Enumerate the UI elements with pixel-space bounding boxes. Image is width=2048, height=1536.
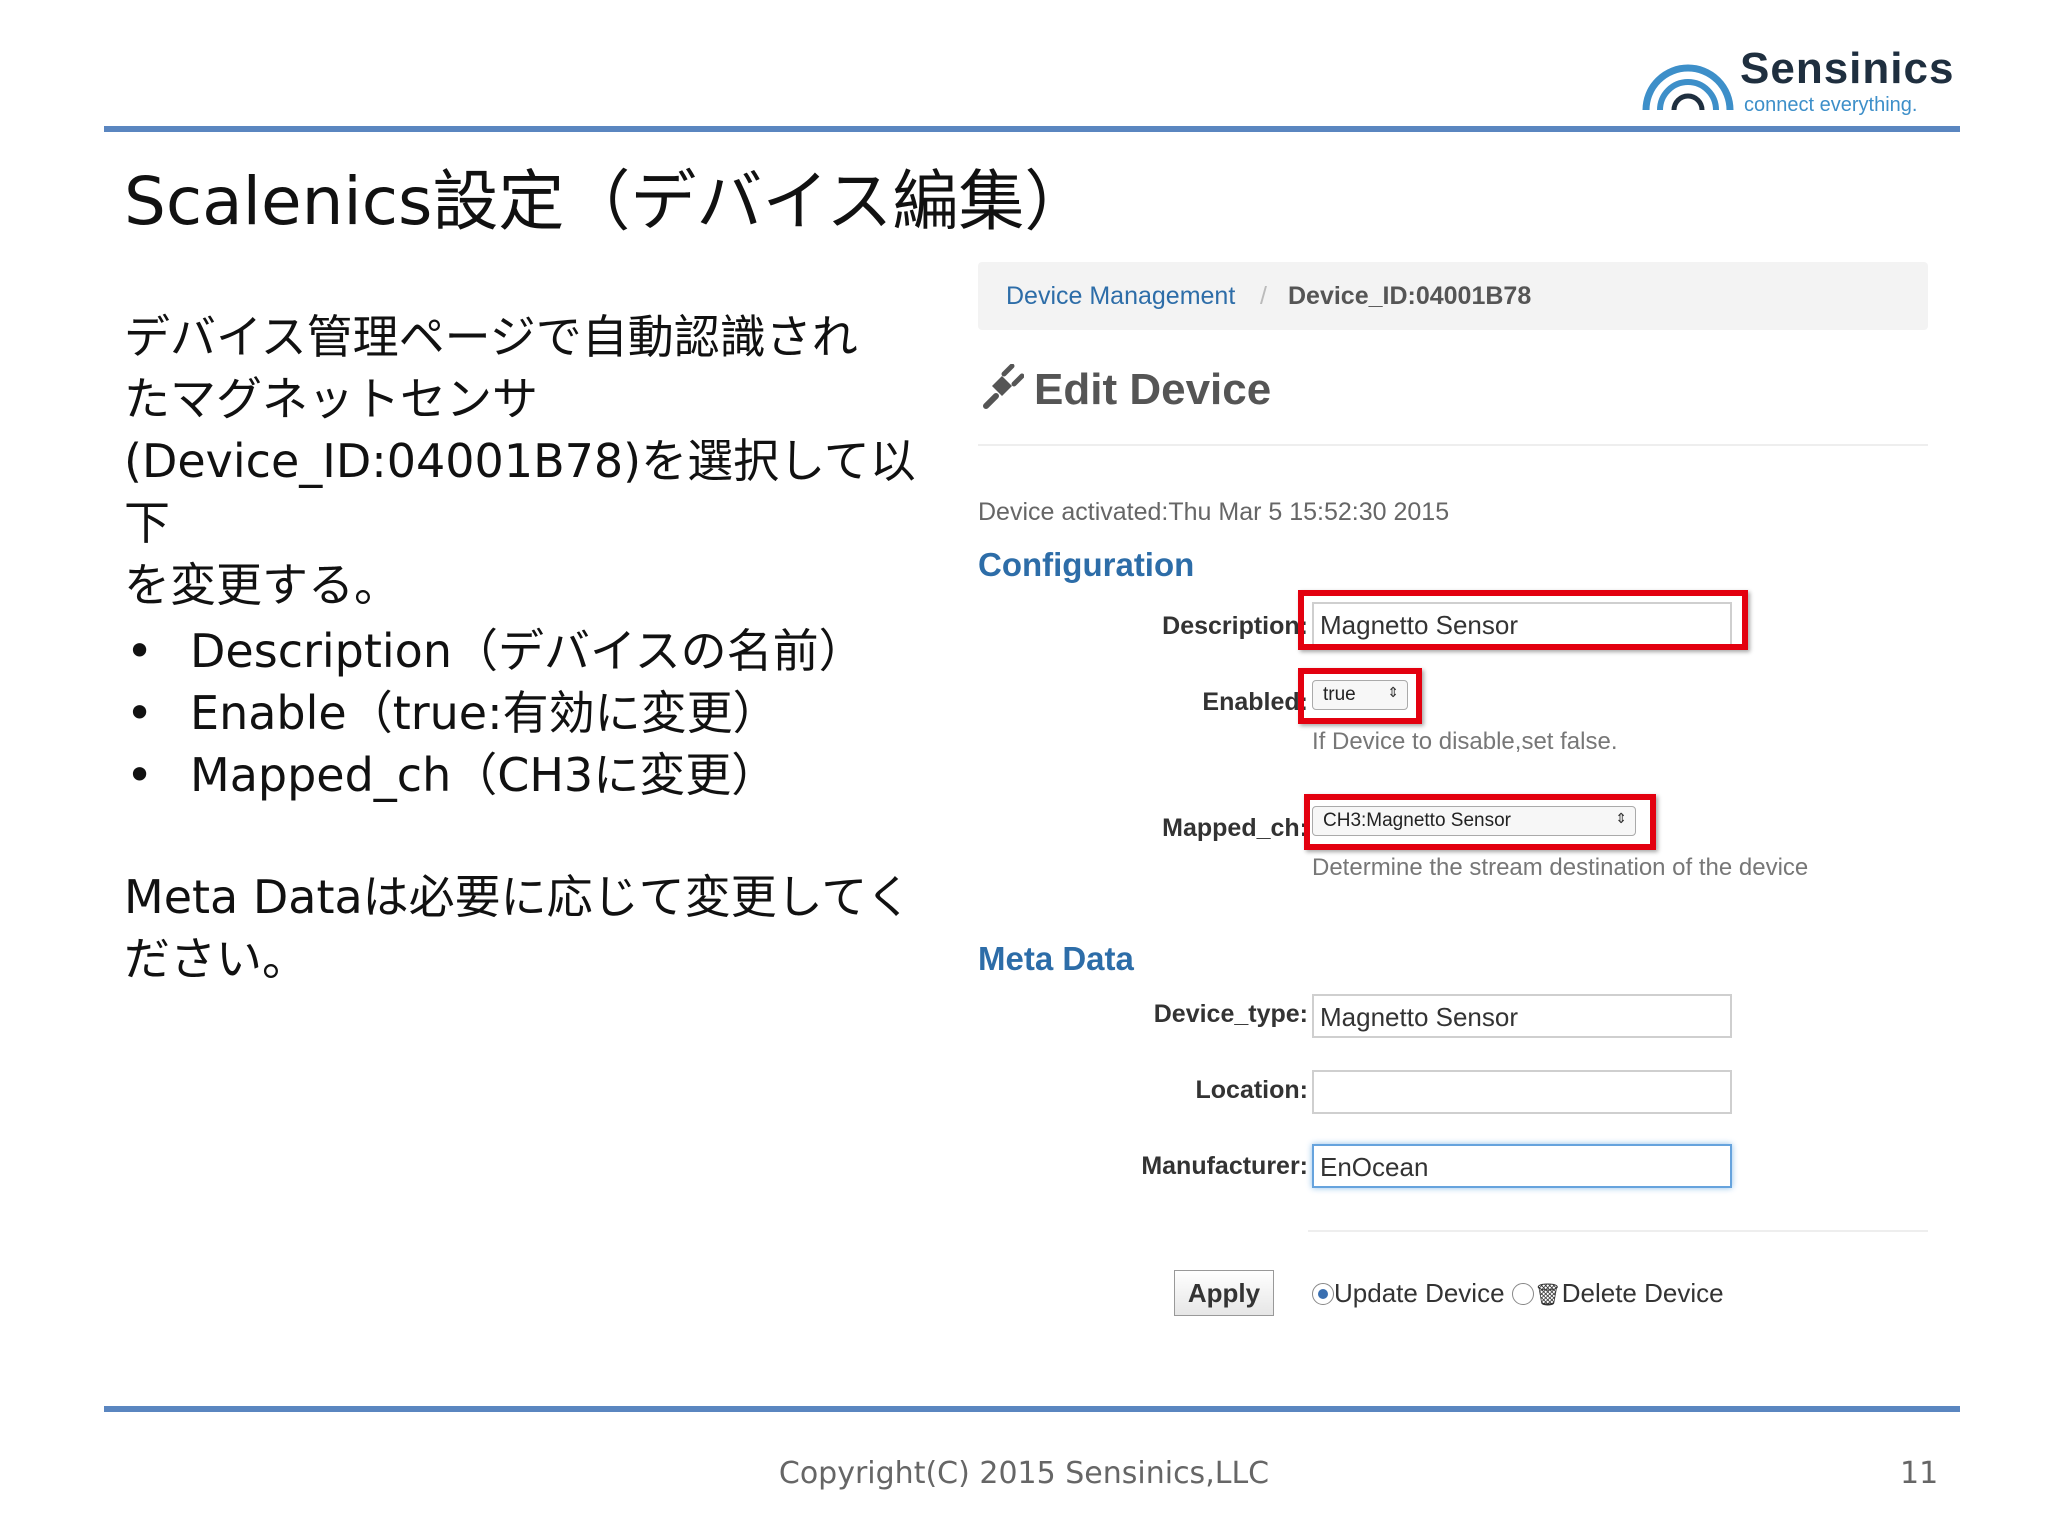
- edit-device-screenshot: Device Management / Device_ID:04001B78 E…: [978, 262, 1928, 1352]
- divider: [978, 444, 1928, 446]
- logo-tagline: connect everything.: [1744, 94, 1918, 116]
- activated-text: Device activated:Thu Mar 5 15:52:30 2015: [978, 498, 1450, 526]
- highlight-box: [1298, 590, 1748, 650]
- description-label: Description:: [1162, 612, 1308, 640]
- delete-device-label: Delete Device: [1561, 1278, 1724, 1308]
- note-line: ださい。: [124, 932, 308, 986]
- breadcrumb-separator: /: [1260, 282, 1267, 310]
- manufacturer-input[interactable]: EnOcean: [1312, 1144, 1732, 1188]
- update-device-radio[interactable]: [1312, 1283, 1334, 1305]
- configuration-title: Configuration: [978, 546, 1195, 583]
- highlight-box: [1298, 668, 1422, 724]
- header-rule: [104, 126, 1960, 132]
- manufacturer-label: Manufacturer:: [1141, 1152, 1308, 1180]
- page-title: Edit Device: [1034, 365, 1272, 414]
- intro-line: を変更する。: [124, 558, 400, 612]
- location-label: Location:: [1195, 1076, 1309, 1104]
- breadcrumb: Device Management / Device_ID:04001B78: [978, 262, 1928, 330]
- divider: [1308, 1230, 1928, 1232]
- logo-name: Sensinics: [1740, 44, 1955, 93]
- mapped-ch-help: Determine the stream destination of the …: [1312, 854, 1809, 881]
- note-line: Meta Dataは必要に応じて変更してく: [124, 870, 912, 924]
- breadcrumb-current: Device_ID:04001B78: [1288, 282, 1532, 310]
- signal-arcs-icon: [1642, 64, 1734, 111]
- trash-icon: 🗑: [1533, 1282, 1562, 1307]
- breadcrumb-device-management[interactable]: Device Management: [1006, 282, 1235, 311]
- page-number: 11: [1900, 1456, 1939, 1491]
- intro-line: (Device_ID:04001B78)を選択して以下: [124, 434, 916, 550]
- apply-button[interactable]: Apply: [1174, 1270, 1274, 1316]
- page-heading: Edit Device: [978, 364, 1271, 415]
- delete-device-radio[interactable]: [1511, 1283, 1534, 1305]
- mapped-ch-label: Mapped_ch:: [1162, 814, 1308, 842]
- list-item: Mapped_ch（CH3に変更）: [124, 744, 865, 806]
- intro-text: デバイス管理ページで自動認識され たマグネットセンサ (Device_ID:04…: [124, 306, 944, 616]
- sensinics-logo: Sensinics connect everything.: [1640, 44, 1960, 124]
- intro-line: デバイス管理ページで自動認識され: [124, 310, 858, 364]
- change-list: Description（デバイスの名前） Enable（true:有効に変更） …: [124, 620, 865, 806]
- list-item: Enable（true:有効に変更）: [124, 682, 865, 744]
- meta-data-title: Meta Data: [978, 940, 1134, 977]
- footer-rule: [104, 1406, 1960, 1412]
- slide-title: Scalenics設定（デバイス編集）: [124, 163, 1091, 240]
- enabled-label: Enabled:: [1202, 688, 1308, 716]
- location-input[interactable]: [1312, 1070, 1732, 1114]
- copyright: Copyright(C) 2015 Sensinics,LLC: [778, 1456, 1270, 1491]
- device-type-input[interactable]: Magnetto Sensor: [1312, 994, 1732, 1038]
- enabled-help: If Device to disable,set false.: [1312, 728, 1618, 755]
- intro-line: たマグネットセンサ: [124, 372, 538, 426]
- action-radio-group: Update Device 🗑Delete Device: [1312, 1278, 1724, 1309]
- device-type-label: Device_type:: [1153, 1000, 1308, 1028]
- highlight-box: [1304, 794, 1656, 850]
- meta-note: Meta Dataは必要に応じて変更してく ださい。: [124, 866, 944, 990]
- list-item: Description（デバイスの名前）: [124, 620, 865, 682]
- plug-icon: [983, 364, 1024, 409]
- update-device-label: Update Device: [1334, 1278, 1505, 1308]
